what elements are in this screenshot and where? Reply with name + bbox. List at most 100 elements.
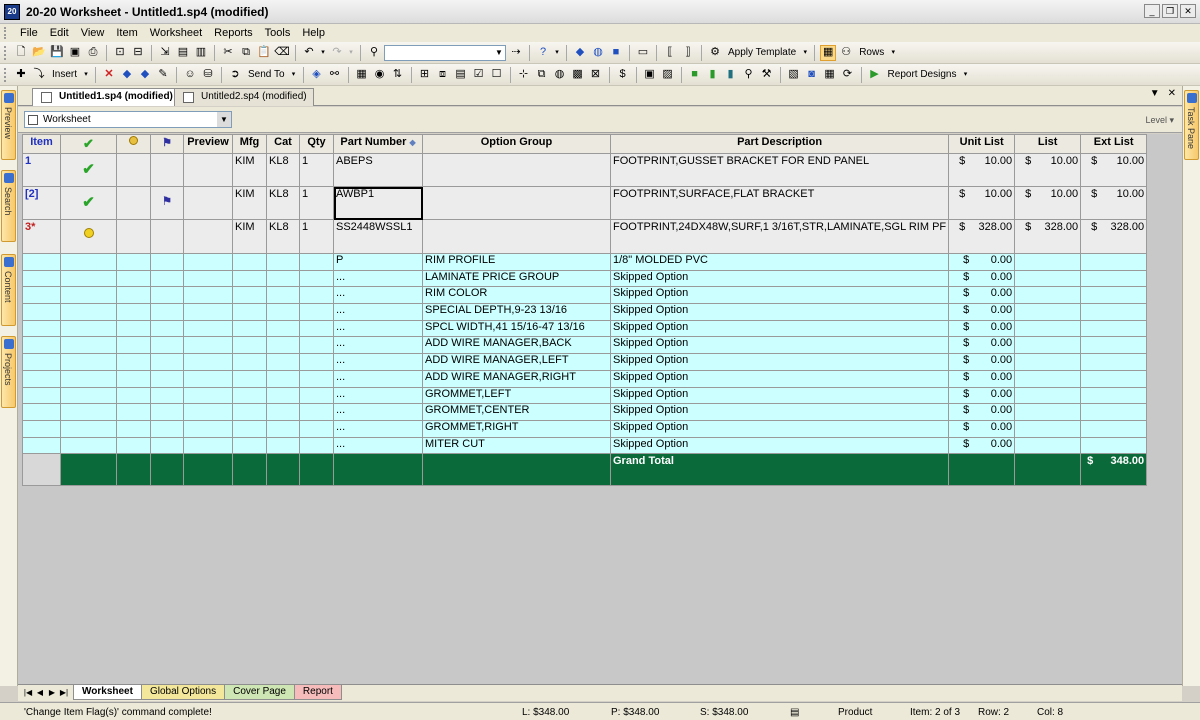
col-header-option-group[interactable]: Option Group <box>422 134 611 154</box>
option-row[interactable]: P RIM PROFILE 1/8" MOLDED PVC $0.00 <box>22 253 1148 271</box>
options-icon[interactable]: ⚯ <box>327 67 343 83</box>
option-code-cell[interactable]: ... <box>333 419 423 438</box>
page-setup-icon[interactable]: ⊟ <box>130 45 146 61</box>
option-code-cell[interactable]: ... <box>333 303 423 321</box>
menu-file[interactable]: File <box>14 27 44 39</box>
menu-view[interactable]: View <box>75 27 111 39</box>
option-group-cell[interactable]: ADD WIRE MANAGER,BACK <box>422 336 611 355</box>
pin-cell[interactable] <box>150 219 184 254</box>
report-view-icon[interactable]: ▧ <box>786 67 802 83</box>
apply-template-icon[interactable]: ⚙ <box>707 45 723 61</box>
copy-icon[interactable]: ⧉ <box>238 45 254 61</box>
preview-cell[interactable] <box>183 153 233 187</box>
grid-icon[interactable]: ▦ <box>354 67 370 83</box>
minimize-button[interactable]: _ <box>1144 4 1160 18</box>
cat-cell[interactable] <box>266 436 300 455</box>
option-row[interactable]: ... ADD WIRE MANAGER,LEFT Skipped Option $0… <box>22 353 1148 371</box>
option-group-cell[interactable]: SPCL WIDTH,41 15/16-47 13/16 <box>422 319 611 338</box>
bracket-left-icon[interactable]: ⟦ <box>662 45 678 61</box>
mfg-cell[interactable] <box>232 269 267 288</box>
undo-icon[interactable]: ↶ <box>301 45 317 61</box>
view-icon[interactable]: ◉ <box>372 67 388 83</box>
save-icon[interactable]: 💾 <box>49 45 65 61</box>
col-header-pin[interactable]: ⚑ <box>150 134 184 154</box>
flag-cell[interactable] <box>116 253 151 271</box>
option-description-cell[interactable]: Skipped Option <box>609 419 950 438</box>
pin-cell[interactable] <box>150 253 184 271</box>
add-item-icon[interactable]: ✚ <box>13 67 29 83</box>
price-icon[interactable]: ⛁ <box>200 67 216 83</box>
insert-button[interactable]: Insert <box>49 69 80 80</box>
item-number[interactable]: 3* <box>22 219 61 254</box>
qty-cell[interactable] <box>299 369 334 388</box>
window-icon[interactable]: ▭ <box>635 45 651 61</box>
ext-list-cell[interactable] <box>1080 369 1148 388</box>
preview-cell[interactable] <box>183 419 233 438</box>
flag-cell[interactable] <box>116 403 151 421</box>
option-code-cell[interactable]: ... <box>333 336 423 355</box>
cat-cell[interactable] <box>266 253 300 271</box>
option-code-cell[interactable]: ... <box>333 319 423 338</box>
list-cell[interactable] <box>1014 336 1082 355</box>
flag-cell[interactable] <box>116 336 151 355</box>
pin-cell[interactable] <box>150 369 184 388</box>
col-header-part-number[interactable]: Part Number ◆ <box>333 134 423 154</box>
list-cell[interactable] <box>1014 286 1082 305</box>
option-code-cell[interactable]: ... <box>333 436 423 455</box>
option-group-cell[interactable]: MITER CUT <box>422 436 611 455</box>
chart-icon[interactable]: ▩ <box>570 67 586 83</box>
document-icon[interactable]: ▤ <box>175 45 191 61</box>
pin-cell[interactable] <box>150 403 184 421</box>
option-group-cell[interactable] <box>422 186 611 220</box>
preview-cell[interactable] <box>183 319 233 338</box>
book-green-icon[interactable]: ■ <box>687 67 703 83</box>
report-refresh-icon[interactable]: ⟳ <box>840 67 856 83</box>
preview-cell[interactable] <box>183 186 233 220</box>
checkbox-icon[interactable]: ☑ <box>471 67 487 83</box>
ext-list-cell[interactable] <box>1080 353 1148 371</box>
pin-cell[interactable] <box>150 269 184 288</box>
qty-cell[interactable]: 1 <box>299 153 334 187</box>
level-control[interactable]: Level ▾ <box>1145 115 1174 126</box>
option-row[interactable]: ... LAMINATE PRICE GROUP Skipped Option $0.… <box>22 269 1148 288</box>
flag-cell[interactable] <box>116 369 151 388</box>
part-number-cell[interactable]: ABEPS <box>333 153 423 187</box>
col-header-check[interactable]: ✔ <box>60 134 117 154</box>
side-tab-task-pane[interactable]: Task Pane <box>1184 90 1199 160</box>
sheet-tab-worksheet[interactable]: Worksheet <box>73 685 142 700</box>
ext-list-cell[interactable] <box>1080 319 1148 338</box>
option-code-cell[interactable]: ... <box>333 386 423 405</box>
option-row[interactable]: ... GROMMET,CENTER Skipped Option $0.00 <box>22 403 1148 421</box>
side-tab-preview[interactable]: Preview <box>1 90 16 160</box>
option-group-cell[interactable]: SPECIAL DEPTH,9-23 13/16 <box>422 303 611 321</box>
print-icon[interactable]: ⎙ <box>85 45 101 61</box>
item-number[interactable]: [2] <box>22 186 61 220</box>
preview-cell[interactable] <box>183 353 233 371</box>
move-up-icon[interactable]: ◆ <box>119 67 135 83</box>
col-header-unit-list[interactable]: Unit List <box>948 134 1016 154</box>
unit-list-cell[interactable]: $0.00 <box>948 353 1016 371</box>
list-cell[interactable] <box>1014 253 1082 271</box>
check-cell[interactable] <box>60 219 117 254</box>
ext-list-cell[interactable]: $10.00 <box>1080 153 1148 187</box>
flag-cell[interactable] <box>116 286 151 305</box>
qty-cell[interactable]: 1 <box>299 219 334 254</box>
tag-icon[interactable]: ⊠ <box>588 67 604 83</box>
qty-cell[interactable]: 1 <box>299 186 334 220</box>
level-dropdown-icon[interactable]: ▾ <box>1169 115 1174 125</box>
flag-icon[interactable]: ☺ <box>182 67 198 83</box>
row-header[interactable] <box>22 269 61 288</box>
option-description-cell[interactable]: Skipped Option <box>609 436 950 455</box>
option-description-cell[interactable]: Skipped Option <box>609 269 950 288</box>
row-header[interactable] <box>22 336 61 355</box>
diamond-icon[interactable]: ◈ <box>309 67 325 83</box>
mfg-cell[interactable]: KIM <box>232 153 267 187</box>
col-header-part-description[interactable]: Part Description <box>609 134 950 154</box>
row-header[interactable] <box>22 286 61 305</box>
pin-cell[interactable] <box>150 436 184 455</box>
side-tab-projects[interactable]: Projects <box>1 336 16 408</box>
mfg-cell[interactable] <box>232 436 267 455</box>
option-row[interactable]: ... SPCL WIDTH,41 15/16-47 13/16 Skipped O… <box>22 319 1148 338</box>
check-cell[interactable] <box>60 353 117 371</box>
web-icon[interactable]: ◍ <box>590 45 606 61</box>
